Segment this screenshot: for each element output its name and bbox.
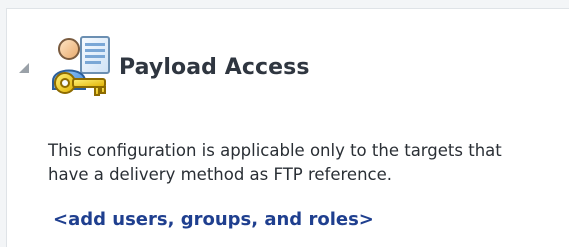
description-line-1: This configuration is applicable only to…	[48, 141, 502, 160]
section-description: This configuration is applicable only to…	[48, 139, 563, 187]
payload-access-panel: Payload Access This configuration is app…	[6, 8, 569, 247]
collapse-triangle-icon[interactable]	[19, 63, 29, 73]
description-line-2: have a delivery method as FTP reference.	[48, 165, 393, 184]
section-header: Payload Access	[7, 21, 569, 101]
user-key-icon	[39, 27, 115, 103]
section-title: Payload Access	[119, 55, 310, 80]
add-users-groups-roles-link[interactable]: <add users, groups, and roles>	[53, 209, 374, 230]
